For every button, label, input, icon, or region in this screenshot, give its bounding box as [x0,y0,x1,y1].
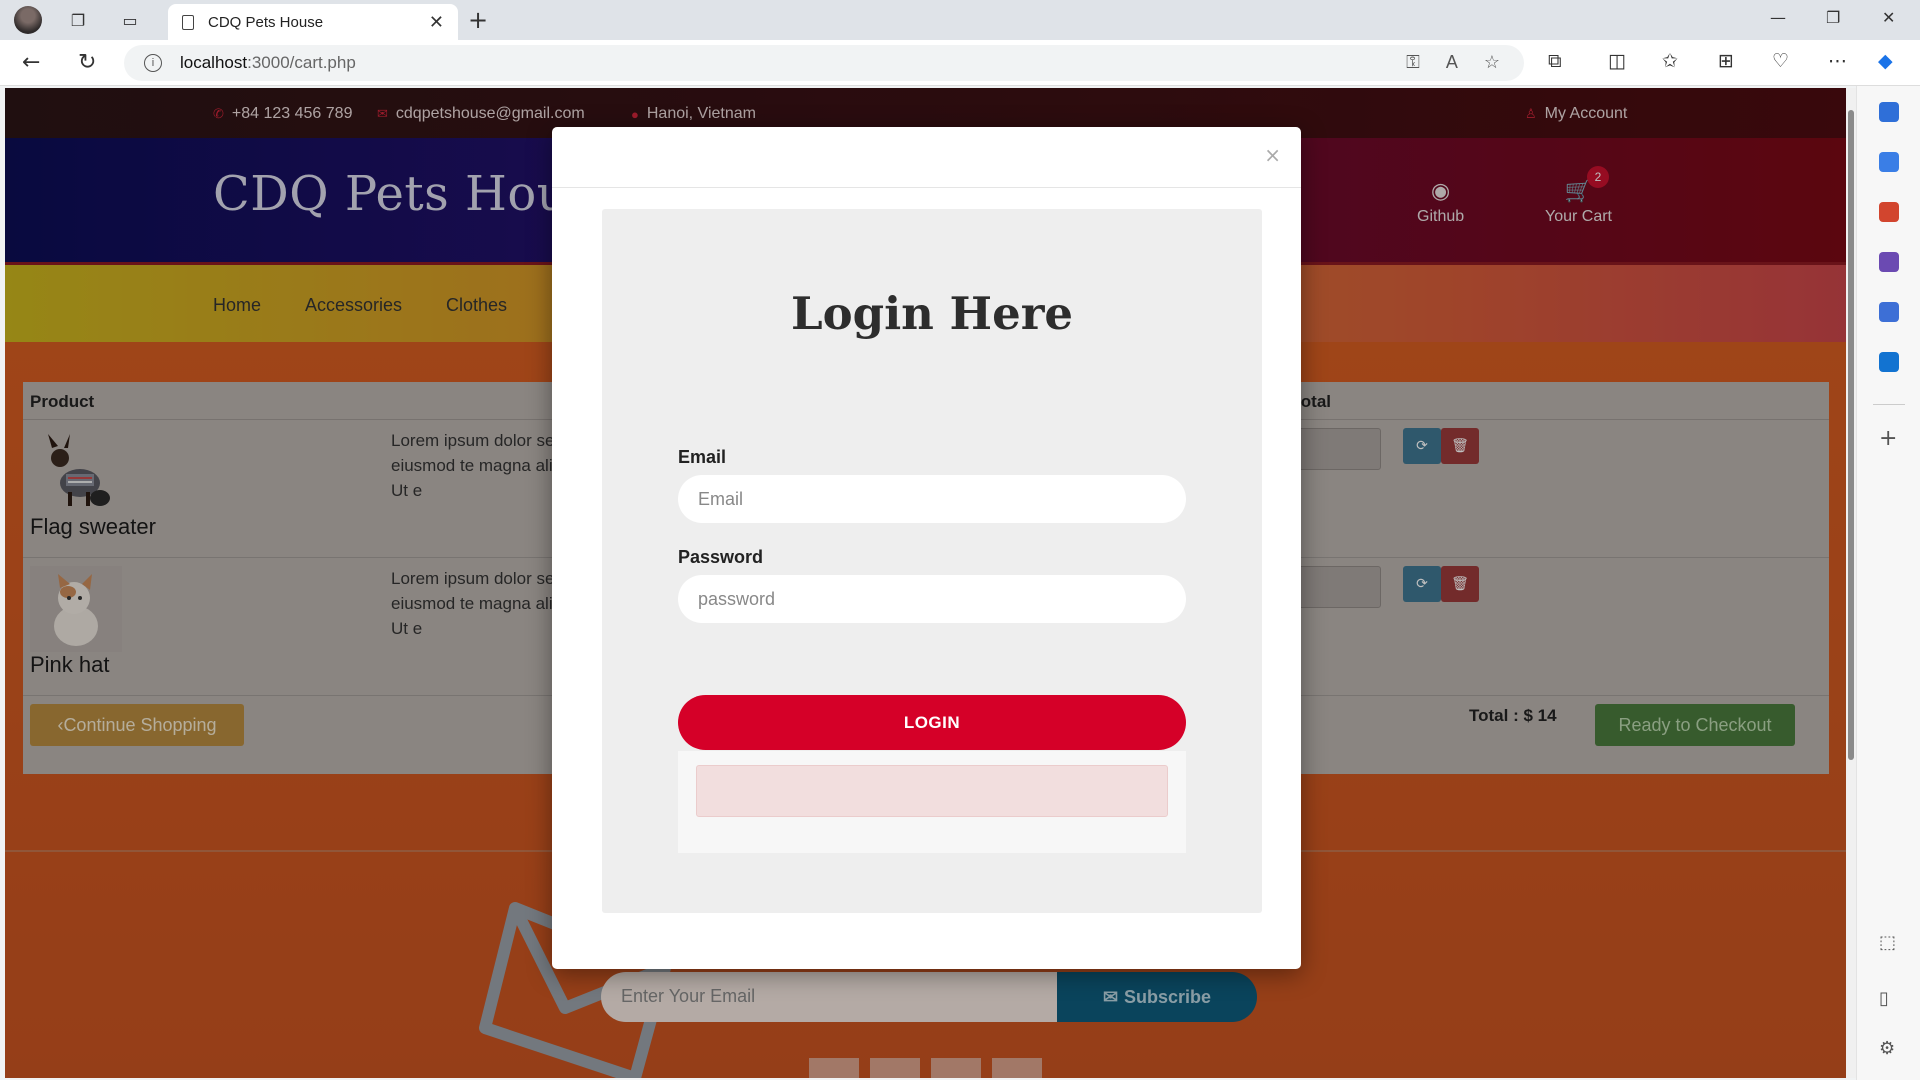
refresh-icon[interactable]: ↻ [78,50,96,75]
browser-tab[interactable]: CDQ Pets House ✕ [168,4,458,40]
site-info-icon[interactable]: i [144,54,162,72]
password-key-icon[interactable]: ⚿ [1406,52,1420,73]
favorite-star-icon[interactable]: ☆ [1484,52,1500,73]
extensions-icon[interactable]: ⧉ [1548,50,1562,72]
window-close-icon[interactable]: ✕ [1882,8,1895,27]
email-label: Email [678,447,727,467]
url-host: localhost [180,53,248,72]
workspaces-icon[interactable]: ❐ [66,8,90,32]
tab-title: CDQ Pets House [208,13,324,31]
profile-avatar[interactable] [14,6,42,34]
read-aloud-icon[interactable]: A [1446,52,1458,73]
copilot-icon[interactable]: ◆ [1878,50,1893,72]
collections-icon[interactable]: ⊞ [1718,50,1734,72]
split-screen-icon[interactable]: ◫ [1608,50,1626,72]
login-panel: Login Here Email Password LOGIN [602,209,1262,913]
browser-tabbar: ❐ ▭ CDQ Pets House ✕ + — ❐ ✕ [0,0,1920,40]
login-modal: × Login Here Email Password LOGIN [552,127,1301,969]
outlook-icon[interactable] [1879,352,1899,372]
tools-icon[interactable] [1879,202,1899,222]
edge-sidebar: + ⬚ ▯ ⚙ [1856,86,1920,1080]
minimize-icon[interactable]: — [1770,8,1786,27]
email-field[interactable] [678,475,1186,523]
shopping-tag-icon[interactable] [1879,152,1899,172]
login-title: Login Here [790,287,1074,340]
settings-gear-icon[interactable]: ⚙ [1879,1038,1895,1059]
login-button[interactable]: LOGIN [678,695,1186,750]
password-label: Password [678,547,764,567]
screenshot-icon[interactable]: ⬚ [1879,932,1896,953]
scrollbar-thumb[interactable] [1848,110,1854,760]
sidebar-toggle-icon[interactable]: ▯ [1879,988,1889,1009]
more-menu-icon[interactable]: ⋯ [1828,50,1847,72]
microsoft365-icon[interactable] [1879,302,1899,322]
add-sidebar-app-icon[interactable]: + [1879,426,1897,451]
url-path: :3000/cart.php [247,53,356,72]
browser-essentials-icon[interactable]: ♡ [1772,50,1789,72]
modal-header-divider [552,187,1301,188]
back-icon[interactable]: ← [22,50,40,75]
url-field[interactable]: i localhost :3000/cart.php ⚿ A ☆ [124,45,1524,81]
games-icon[interactable] [1879,252,1899,272]
password-field[interactable] [678,575,1186,623]
search-icon[interactable] [1879,102,1899,122]
favorites-icon[interactable]: ✩ [1662,50,1678,72]
browser-addressbar: ← ↻ i localhost :3000/cart.php ⚿ A ☆ ⧉ ◫… [0,40,1920,86]
login-message-area [678,751,1186,853]
restore-icon[interactable]: ❐ [1826,8,1840,27]
new-tab-icon[interactable]: + [468,6,488,34]
document-icon [182,14,194,30]
sidebar-divider [1873,404,1905,405]
login-error-alert [696,765,1168,817]
tab-close-icon[interactable]: ✕ [429,12,444,33]
page-scrollbar[interactable] [1846,88,1856,1078]
vertical-tabs-icon[interactable]: ▭ [118,8,142,32]
modal-close-icon[interactable]: × [1264,143,1281,167]
